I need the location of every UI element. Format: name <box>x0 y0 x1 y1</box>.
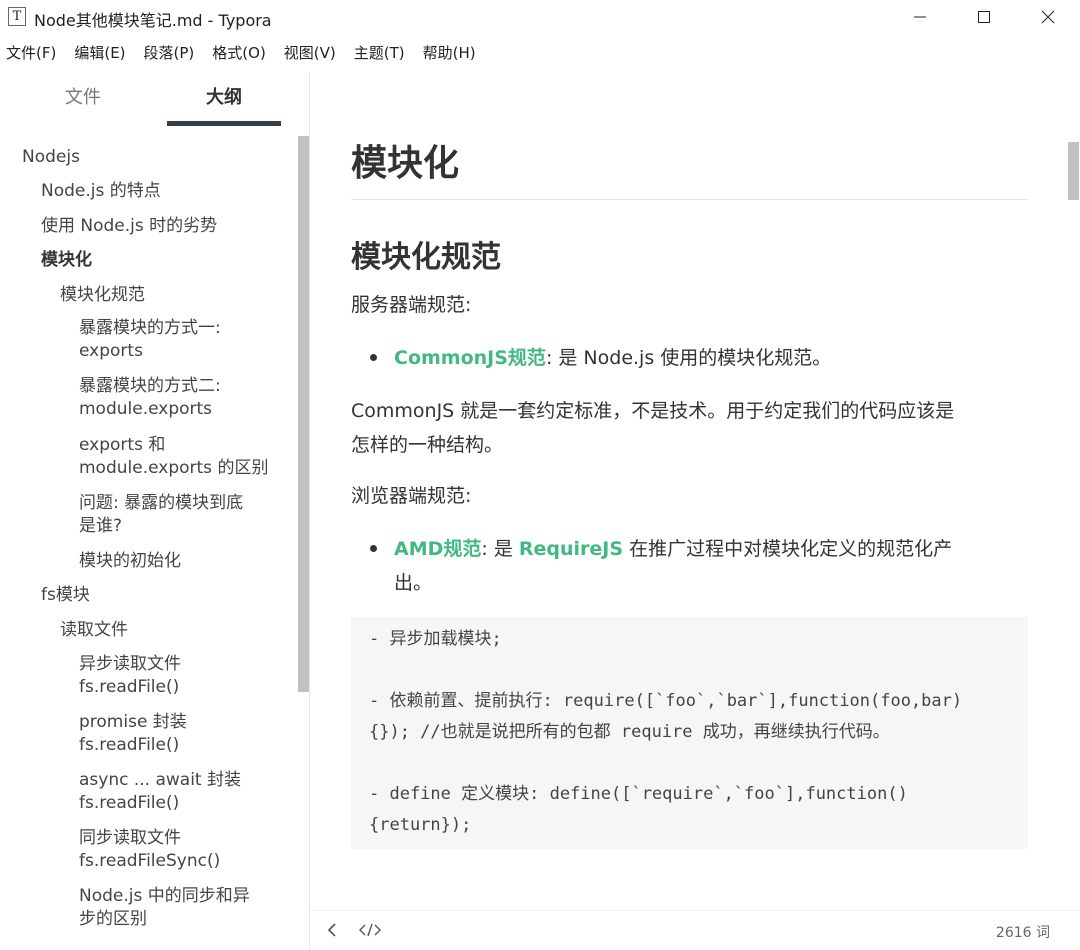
list-item-text-line2: 出。 <box>394 572 433 594</box>
outline-item-label: Node.js 中的同步和异 <box>79 886 250 906</box>
maximize-icon <box>978 11 990 23</box>
outline-item[interactable]: 模块化 <box>41 249 92 272</box>
outline-item-label-line2: 是谁? <box>79 516 123 536</box>
menu-theme[interactable]: 主题(T) <box>354 42 405 63</box>
outline-item[interactable]: 暴露模块的方式二: module.exports <box>79 375 221 421</box>
source-code-mode-button[interactable] <box>358 921 382 943</box>
outline-item-label-line2: 步的区别 <box>79 909 147 929</box>
chevron-left-icon <box>327 923 336 937</box>
status-bar: 2616 词 <box>310 910 1080 950</box>
menu-file[interactable]: 文件(F) <box>6 42 56 63</box>
commonjs-paragraph-line1: CommonJS 就是一套约定标准，不是技术。用于约定我们的代码应该是 <box>351 400 955 422</box>
commonjs-link[interactable]: CommonJS规范 <box>394 347 546 369</box>
menu-help[interactable]: 帮助(H) <box>423 42 476 63</box>
code-line: - 异步加载模块; <box>369 629 502 649</box>
window-title: Node其他模块笔记.md - Typora <box>34 11 272 30</box>
outline-item[interactable]: 暴露模块的方式一: exports <box>79 317 221 363</box>
outline-item-label: 模块的初始化 <box>79 551 181 571</box>
outline-item[interactable]: exports 和 module.exports 的区别 <box>79 434 268 480</box>
maximize-button[interactable] <box>954 0 1014 34</box>
heading-1: 模块化 <box>351 143 460 184</box>
outline-item[interactable]: 读取文件 <box>60 619 128 642</box>
outline-item-label: 暴露模块的方式二: <box>79 376 221 396</box>
outline-item[interactable]: 问题: 暴露的模块到底 是谁? <box>79 492 243 538</box>
outline-item[interactable]: fs模块 <box>41 584 90 607</box>
outline-item[interactable]: 使用 Node.js 时的劣势 <box>41 215 217 238</box>
commonjs-paragraph-line2: 怎样的一种结构。 <box>351 434 504 456</box>
code-line: - 依赖前置、提前执行: require([`foo`,`bar`],funct… <box>369 691 963 711</box>
editor[interactable]: 模块化 模块化规范 服务器端规范: CommonJS规范: 是 Node.js … <box>310 72 1080 907</box>
heading-divider <box>351 199 1028 200</box>
outline-item-label-line2: module.exports 的区别 <box>79 458 269 478</box>
menu-view[interactable]: 视图(V) <box>284 42 336 63</box>
list-item-text: : 是 <box>481 538 519 560</box>
menu-bar: 文件(F) 编辑(E) 段落(P) 格式(O) 视图(V) 主题(T) 帮助(H… <box>0 36 494 68</box>
menu-format[interactable]: 格式(O) <box>212 42 266 63</box>
outline-item-label-line2: fs.readFile() <box>79 793 180 813</box>
tab-outline[interactable]: 大纲 <box>167 72 281 126</box>
outline-item-label: promise 封装 <box>79 712 187 732</box>
outline-item-label: 使用 Node.js 时的劣势 <box>41 216 218 236</box>
code-block[interactable]: - 异步加载模块; - 依赖前置、提前执行: require([`foo`,`b… <box>351 617 1028 849</box>
outline-item-label: exports 和 <box>79 435 166 455</box>
outline-item-label-line2: fs.readFile() <box>79 735 180 755</box>
minimize-button[interactable] <box>890 0 950 34</box>
outline-item[interactable]: 同步读取文件 fs.readFileSync() <box>79 827 220 873</box>
close-icon <box>1041 10 1055 24</box>
amd-link[interactable]: AMD规范 <box>394 538 481 560</box>
code-line: {return}); <box>369 815 472 835</box>
outline-item-label-line2: module.exports <box>79 399 213 419</box>
outline-item-label: fs模块 <box>41 585 90 605</box>
outline-item-label: Node.js 的特点 <box>41 181 161 201</box>
outline-item[interactable]: Node.js 的特点 <box>41 180 161 203</box>
outline-item-label: 读取文件 <box>60 620 128 640</box>
outline-item-label: 暴露模块的方式一: <box>79 318 221 338</box>
typora-app-icon: T <box>8 7 26 26</box>
outline-item-label: async ... await 封装 <box>79 770 242 790</box>
list-item-text: : 是 Node.js 使用的模块化规范。 <box>545 347 832 369</box>
code-line: - define 定义模块: define([`require`,`foo`],… <box>369 784 908 804</box>
minimize-icon <box>914 16 926 18</box>
sidebar-scrollbar[interactable] <box>298 136 309 692</box>
requirejs-link[interactable]: RequireJS <box>519 538 623 560</box>
outline-item-label-line2: fs.readFile() <box>79 677 180 697</box>
outline-item[interactable]: promise 封装 fs.readFile() <box>79 711 187 757</box>
outline-item[interactable]: Nodejs <box>22 146 80 169</box>
outline-item[interactable]: 异步读取文件 fs.readFile() <box>79 653 181 699</box>
editor-scrollbar[interactable] <box>1068 142 1079 200</box>
outline-item[interactable]: Node.js 中的同步和异 步的区别 <box>79 885 250 931</box>
toggle-sidebar-button[interactable] <box>324 921 340 943</box>
close-button[interactable] <box>1018 0 1078 34</box>
outline-item[interactable]: 模块化规范 <box>60 284 145 307</box>
sidebar: 文件 大纲 Nodejs Node.js 的特点 使用 Node.js 时的劣势 模块… <box>0 72 310 950</box>
list-item-text: 在推广过程中对模块化定义的规范化产 <box>623 538 953 560</box>
outline-item-label-line2: fs.readFileSync() <box>79 851 221 871</box>
menu-paragraph[interactable]: 段落(P) <box>144 42 195 63</box>
bullet-icon <box>370 354 377 361</box>
code-icon <box>359 923 381 937</box>
title-bar: T Node其他模块笔记.md - Typora <box>0 0 1080 34</box>
outline-item[interactable]: async ... await 封装 fs.readFile() <box>79 769 241 815</box>
server-spec-paragraph: 服务器端规范: <box>351 294 472 316</box>
tab-files[interactable]: 文件 <box>26 72 140 126</box>
outline-item[interactable]: 模块的初始化 <box>79 550 181 573</box>
code-line: {}); //也就是说把所有的包都 require 成功，再继续执行代码。 <box>369 722 890 742</box>
word-count[interactable]: 2616 词 <box>996 922 1050 942</box>
outline-item-label: 问题: 暴露的模块到底 <box>79 493 244 513</box>
outline-item-label: 同步读取文件 <box>79 828 181 848</box>
bullet-icon <box>370 545 377 552</box>
browser-spec-paragraph: 浏览器端规范: <box>351 485 472 507</box>
outline-item-label: 异步读取文件 <box>79 654 181 674</box>
menu-edit[interactable]: 编辑(E) <box>74 42 125 63</box>
outline-item-label: Nodejs <box>22 147 80 167</box>
outline-item-label-line2: exports <box>79 341 143 361</box>
heading-2: 模块化规范 <box>351 240 501 275</box>
outline-item-label: 模块化规范 <box>60 285 145 305</box>
outline-item-label: 模块化 <box>41 250 92 270</box>
